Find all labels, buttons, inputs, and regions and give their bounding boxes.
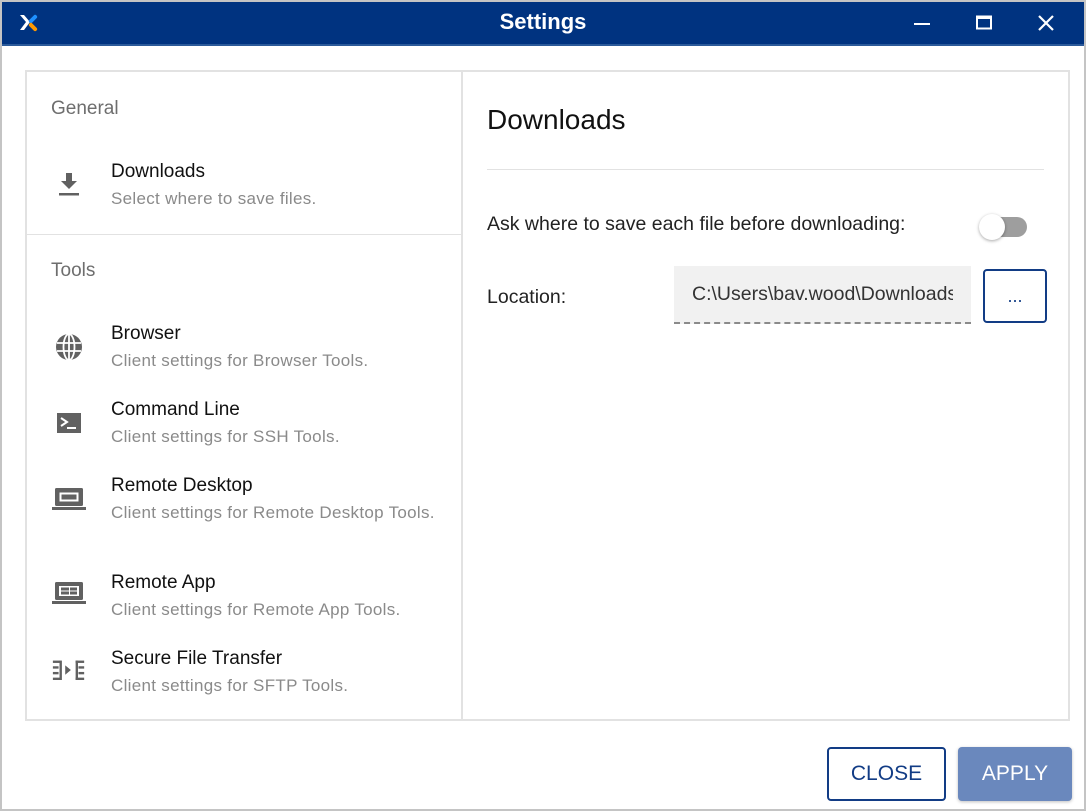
sidebar-item-secure-file-transfer[interactable]: Secure File Transfer Client settings for… bbox=[27, 647, 461, 697]
sidebar-item-description: Client settings for Remote Desktop Tools… bbox=[111, 503, 435, 522]
settings-panel: General Downloads Select where to save f… bbox=[25, 70, 1070, 721]
terminal-icon bbox=[51, 407, 87, 439]
settings-sidebar: General Downloads Select where to save f… bbox=[27, 72, 463, 719]
maximize-button[interactable] bbox=[954, 2, 1014, 44]
sidebar-item-title: Command Line bbox=[111, 399, 240, 420]
sidebar-item-description: Select where to save files. bbox=[111, 189, 317, 208]
sidebar-item-description: Client settings for Browser Tools. bbox=[111, 351, 369, 370]
laptop-apps-icon bbox=[51, 577, 87, 609]
laptop-icon bbox=[51, 483, 87, 515]
toggle-thumb bbox=[979, 214, 1005, 240]
settings-window: Settings General Downloads Select where … bbox=[0, 0, 1086, 811]
download-icon bbox=[51, 168, 87, 200]
close-icon bbox=[1038, 15, 1054, 31]
minimize-icon bbox=[914, 23, 930, 25]
content-divider bbox=[487, 169, 1044, 170]
title-bar[interactable]: Settings bbox=[2, 2, 1084, 46]
sidebar-item-title: Browser bbox=[111, 323, 181, 344]
apply-button[interactable]: APPLY bbox=[958, 747, 1072, 801]
sidebar-item-description: Client settings for SFTP Tools. bbox=[111, 676, 349, 695]
section-label-general: General bbox=[51, 98, 119, 119]
close-button[interactable]: CLOSE bbox=[827, 747, 946, 801]
sidebar-item-remote-app[interactable]: Remote App Client settings for Remote Ap… bbox=[27, 571, 461, 621]
globe-icon bbox=[51, 331, 87, 363]
browse-button[interactable]: ... bbox=[983, 269, 1047, 323]
sidebar-item-title: Remote Desktop bbox=[111, 475, 253, 496]
section-label-tools: Tools bbox=[51, 260, 96, 281]
settings-content: Downloads Ask where to save each file be… bbox=[463, 72, 1068, 719]
sidebar-item-description: Client settings for SSH Tools. bbox=[111, 427, 340, 446]
maximize-icon bbox=[976, 15, 992, 30]
location-input[interactable] bbox=[674, 266, 971, 324]
sidebar-item-description: Client settings for Remote App Tools. bbox=[111, 600, 401, 619]
sidebar-item-title: Secure File Transfer bbox=[111, 648, 283, 669]
minimize-button[interactable] bbox=[892, 2, 952, 44]
file-transfer-icon bbox=[51, 655, 87, 687]
sidebar-item-title: Downloads bbox=[111, 161, 205, 182]
location-label: Location: bbox=[487, 286, 567, 308]
ask-before-download-toggle[interactable] bbox=[979, 213, 1031, 241]
sidebar-item-remote-desktop[interactable]: Remote Desktop Client settings for Remot… bbox=[27, 474, 461, 544]
window-close-button[interactable] bbox=[1016, 2, 1076, 44]
sidebar-item-downloads[interactable]: Downloads Select where to save files. bbox=[27, 160, 461, 210]
sidebar-item-title: Remote App bbox=[111, 572, 216, 593]
sidebar-item-browser[interactable]: Browser Client settings for Browser Tool… bbox=[27, 322, 461, 372]
content-title: Downloads bbox=[487, 104, 626, 135]
ask-before-download-label: Ask where to save each file before downl… bbox=[487, 213, 906, 235]
sidebar-item-command-line[interactable]: Command Line Client settings for SSH Too… bbox=[27, 398, 461, 448]
section-divider bbox=[27, 234, 461, 235]
